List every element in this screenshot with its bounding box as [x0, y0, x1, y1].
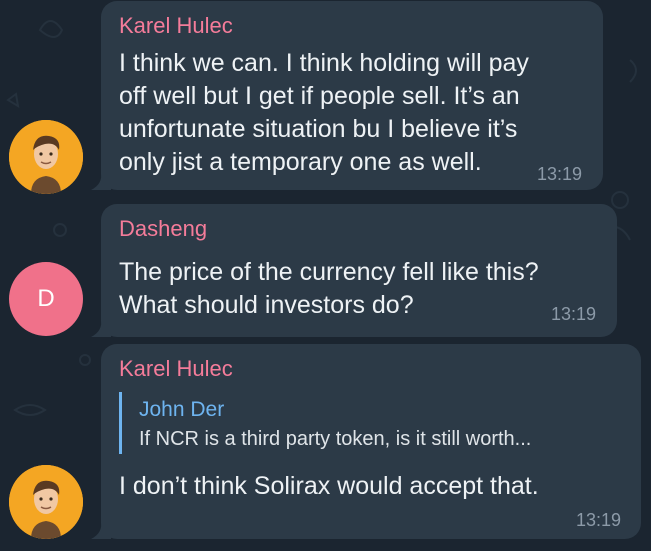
sender-name[interactable]: Karel Hulec — [119, 356, 233, 382]
message-text-line: only jist a temporary one as well. — [119, 148, 482, 176]
message-text-line: I think we can. I think holding will pay — [119, 49, 529, 77]
avatar[interactable]: D — [9, 262, 83, 336]
reply-quote[interactable]: John Der If NCR is a third party token, … — [119, 392, 619, 454]
message-text-line: unfortunate situation bu I believe it’s — [119, 115, 518, 143]
message-text-line: off well but I get if people sell. It’s … — [119, 82, 520, 110]
message-bubble[interactable]: Karel Hulec I think we can. I think hold… — [91, 1, 603, 190]
user-photo-icon — [9, 465, 83, 539]
message-text-line: What should investors do? — [119, 291, 414, 319]
user-photo-icon — [9, 120, 83, 194]
bubble-tail — [91, 521, 111, 539]
message-timestamp: 13:19 — [576, 510, 622, 530]
bubble-tail — [91, 172, 111, 190]
sender-name[interactable]: Karel Hulec — [119, 13, 233, 39]
message-text-line: The price of the currency fell like this… — [119, 258, 539, 286]
message-text-line: I don’t think Solirax would accept that. — [119, 472, 539, 500]
message-timestamp: 13:19 — [551, 304, 597, 324]
avatar[interactable] — [9, 465, 83, 539]
avatar[interactable] — [9, 120, 83, 194]
bubble-tail — [91, 319, 111, 337]
sender-name[interactable]: Dasheng — [119, 216, 207, 242]
message-bubble[interactable]: Dasheng The price of the currency fell l… — [91, 204, 617, 337]
reply-sender-name: John Der — [139, 398, 225, 421]
avatar-letter: D — [37, 285, 55, 312]
message-bubble[interactable]: Karel Hulec John Der If NCR is a third p… — [91, 344, 641, 539]
message-timestamp: 13:19 — [537, 164, 583, 184]
reply-text: If NCR is a third party token, is it sti… — [139, 428, 532, 450]
